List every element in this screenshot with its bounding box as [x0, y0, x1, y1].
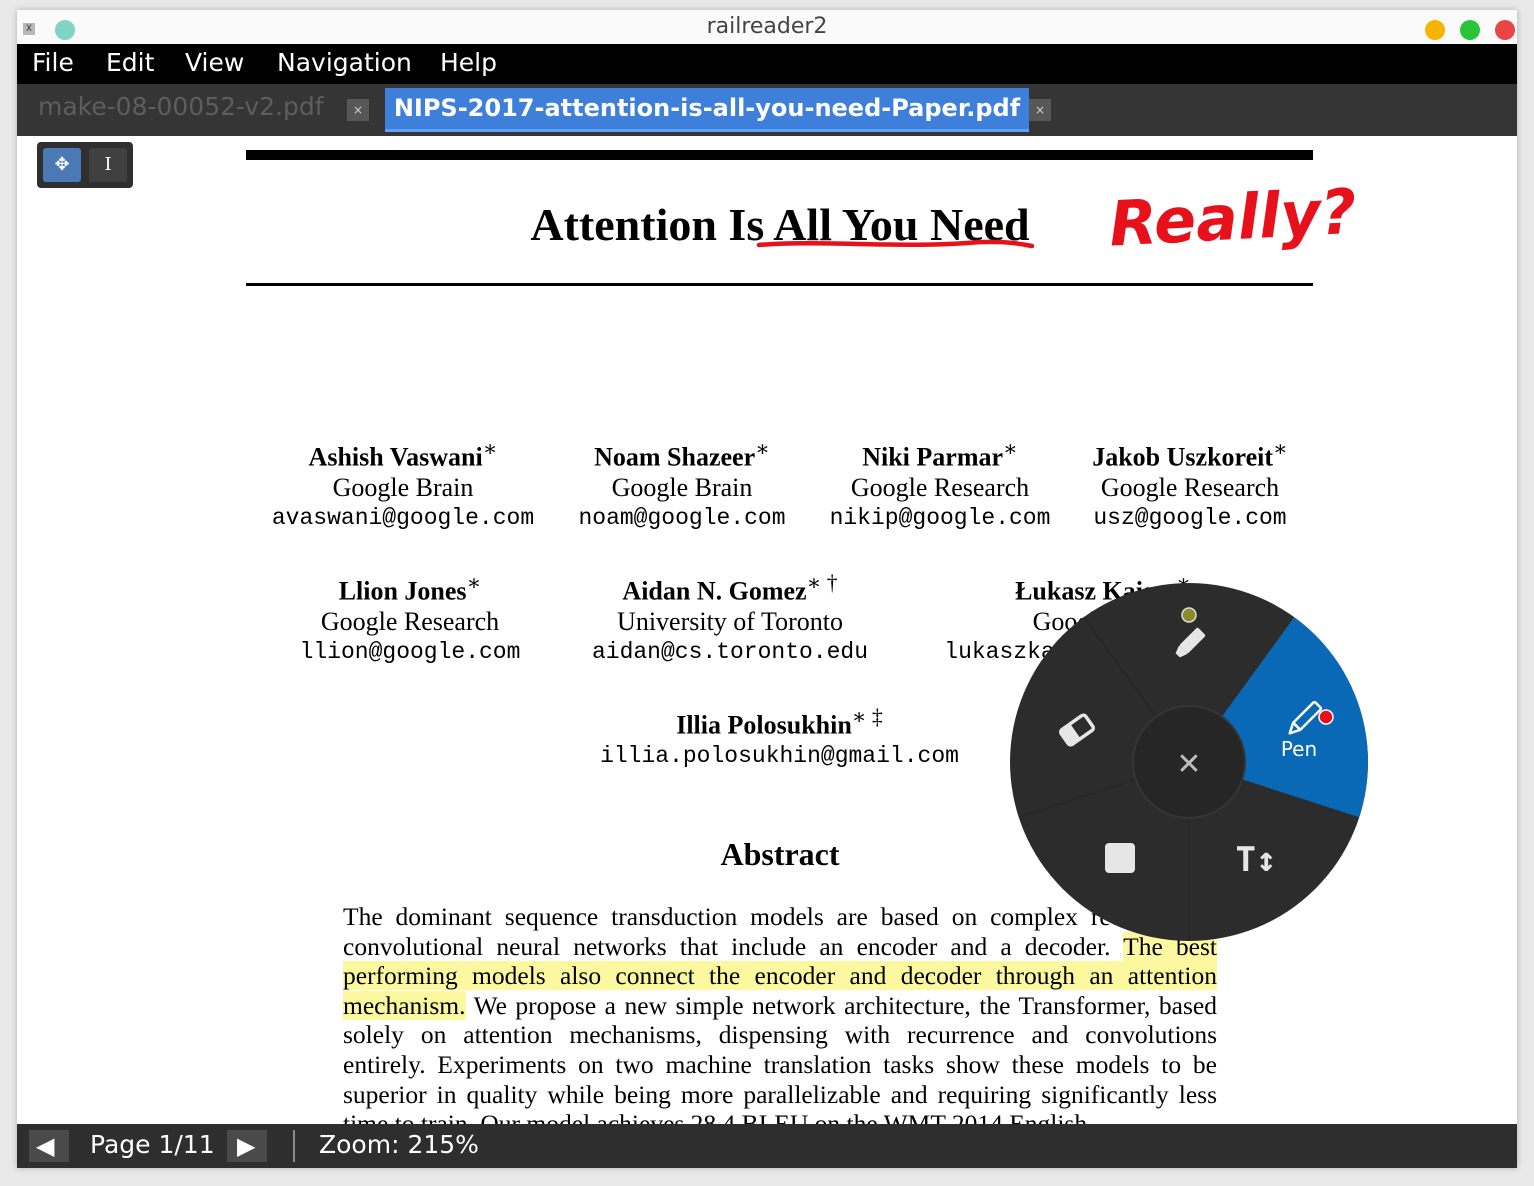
- author-email: usz@google.com: [1093, 504, 1287, 531]
- prev-page-button[interactable]: ◀: [29, 1130, 69, 1162]
- next-page-button[interactable]: ▶: [227, 1130, 267, 1162]
- title-bar: X railreader2: [17, 10, 1517, 44]
- handwritten-annotation: Really?: [756, 175, 1358, 261]
- author-mark: ∗: [482, 437, 498, 461]
- author-block: Ashish Vaswani∗ Google Brain avaswani@go…: [253, 434, 553, 533]
- pen-label: Pen: [1281, 737, 1317, 761]
- author-affiliation: Google Brain: [332, 472, 474, 502]
- abstract-text: We propose a new simple network architec…: [343, 990, 1217, 1124]
- rectangle-icon[interactable]: [1105, 843, 1135, 873]
- author-name: Ashish Vaswani: [308, 442, 483, 472]
- status-bar: ◀ Page 1/11 ▶ Zoom: 215%: [17, 1124, 1517, 1168]
- menu-view[interactable]: View: [185, 48, 244, 77]
- radial-tool-menu[interactable]: ✕ Pen T↕: [1007, 580, 1371, 944]
- tab-bar: make-08-00052-v2.pdf × NIPS-2017-attenti…: [17, 84, 1517, 136]
- author-block: Llion Jones∗ Google Research llion@googl…: [275, 568, 545, 667]
- tab-close-icon[interactable]: ×: [347, 99, 369, 121]
- tab-close-icon[interactable]: ×: [1029, 99, 1051, 121]
- author-email: illia.polosukhin@gmail.com: [600, 742, 959, 769]
- status-divider: [293, 1130, 295, 1162]
- pen-color-dot: [1318, 709, 1334, 725]
- close-icon: ✕: [1176, 747, 1201, 782]
- maximize-button[interactable]: [1460, 20, 1480, 40]
- close-window-button[interactable]: [1495, 20, 1515, 40]
- author-email: llion@google.com: [299, 638, 521, 665]
- author-email: aidan@cs.toronto.edu: [591, 638, 869, 665]
- author-email: noam@google.com: [578, 504, 786, 531]
- window-title: railreader2: [706, 14, 828, 39]
- author-block: Illia Polosukhin∗ ‡ illia.polosukhin@gma…: [577, 702, 982, 771]
- text-icon[interactable]: T↕: [1236, 840, 1277, 880]
- author-name: Aidan N. Gomez: [622, 576, 807, 606]
- author-affiliation: University of Toronto: [617, 606, 843, 636]
- author-name: Noam Shazeer: [594, 442, 756, 472]
- author-block: Jakob Uszkoreit∗ Google Research usz@goo…: [1075, 434, 1305, 533]
- title-rule-bottom: [246, 283, 1313, 286]
- author-name: Jakob Uszkoreit: [1092, 442, 1274, 472]
- arrow-right-icon: ▶: [237, 1132, 256, 1160]
- tab-make-08[interactable]: make-08-00052-v2.pdf: [38, 92, 324, 121]
- author-mark: ∗: [755, 437, 770, 461]
- author-name: Niki Parmar: [862, 442, 1004, 472]
- author-block: Niki Parmar∗ Google Research nikip@googl…: [810, 434, 1070, 533]
- author-email: nikip@google.com: [829, 504, 1051, 531]
- author-name: Illia Polosukhin: [676, 710, 852, 740]
- tab-nips-2017[interactable]: NIPS-2017-attention-is-all-you-need-Pape…: [385, 88, 1029, 132]
- author-mark: ∗ †: [806, 571, 838, 595]
- menu-file[interactable]: File: [32, 48, 74, 77]
- author-affiliation: Google Research: [320, 606, 500, 636]
- author-affiliation: Google Research: [850, 472, 1030, 502]
- author-email: avaswani@google.com: [271, 504, 535, 531]
- author-block: Noam Shazeer∗ Google Brain noam@google.c…: [562, 434, 802, 533]
- author-mark: ∗: [1273, 437, 1288, 461]
- author-name: Llion Jones: [338, 576, 467, 606]
- menu-edit[interactable]: Edit: [106, 48, 154, 77]
- author-affiliation: Google Brain: [611, 472, 753, 502]
- author-block: Aidan N. Gomez∗ † University of Toronto …: [575, 568, 885, 667]
- author-mark: ∗: [1003, 437, 1018, 461]
- arrow-left-icon: ◀: [36, 1132, 55, 1160]
- highlighter-color-dot: [1181, 607, 1197, 623]
- menu-help[interactable]: Help: [440, 48, 497, 77]
- author-mark: ∗: [466, 571, 482, 595]
- document-view[interactable]: ✥ I Attention Is All You Need Really? As…: [17, 136, 1517, 1124]
- author-affiliation: Google Research: [1100, 472, 1280, 502]
- zoom-indicator: Zoom: 215%: [319, 1130, 479, 1159]
- menu-navigation[interactable]: Navigation: [277, 48, 412, 77]
- minimize-button[interactable]: [1425, 20, 1445, 40]
- app-window: X railreader2 File Edit View Navigation …: [17, 10, 1517, 1168]
- menu-bar: File Edit View Navigation Help: [17, 44, 1517, 84]
- author-mark: ∗ ‡: [851, 705, 883, 729]
- handwritten-note: Really?: [1107, 175, 1358, 261]
- page-indicator: Page 1/11: [90, 1130, 215, 1159]
- underline-stroke: [756, 239, 1035, 249]
